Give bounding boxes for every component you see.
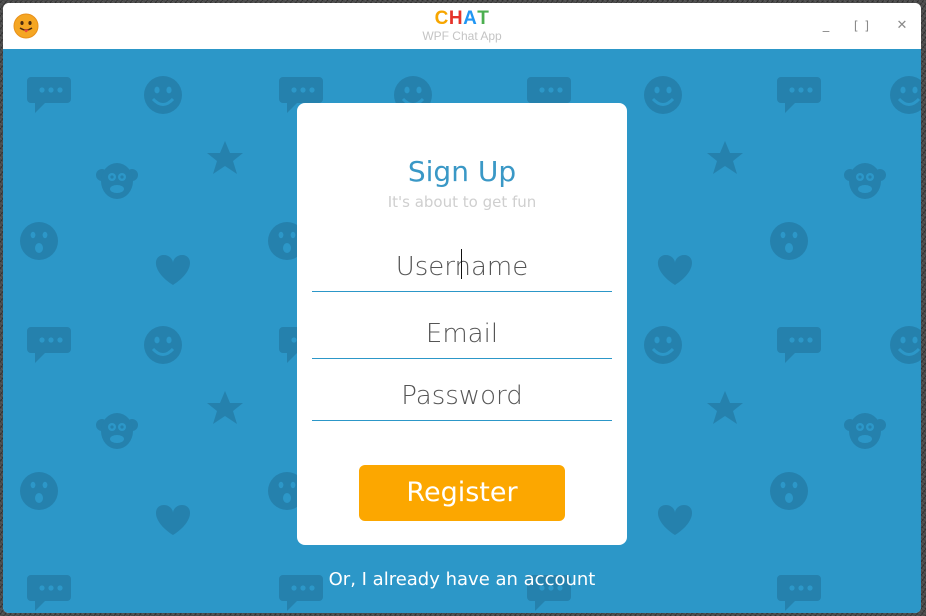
title-letter-a: A [463,8,478,29]
minimize-button[interactable]: _ [813,13,839,39]
password-field[interactable] [312,372,612,421]
title-letter-h: H [448,8,464,29]
login-link[interactable]: Or, I already have an account [3,568,921,592]
signup-subtitle: It's about to get fun [387,193,537,211]
title-letter-c: C [434,8,449,29]
app-title: CHAT [3,8,921,30]
app-subtitle: WPF Chat App [422,29,502,43]
register-button[interactable]: Register [359,465,565,521]
title-letter-t: T [477,8,490,29]
chat-app-window: CHAT WPF Chat App _ [ ] ✕ Sign Up It's a… [3,3,921,613]
close-button[interactable]: ✕ [889,13,915,39]
maximize-button[interactable]: [ ] [849,13,875,39]
window-title: CHAT WPF Chat App [3,8,921,43]
email-field[interactable] [312,310,612,359]
signup-title: Sign Up [407,155,517,188]
signup-card: Sign Up It's about to get fun Register [297,103,627,545]
username-field[interactable] [312,243,612,292]
text-cursor [461,249,462,279]
main-content: Sign Up It's about to get fun Register O… [3,49,921,613]
title-bar[interactable]: CHAT WPF Chat App _ [ ] ✕ [3,3,921,49]
